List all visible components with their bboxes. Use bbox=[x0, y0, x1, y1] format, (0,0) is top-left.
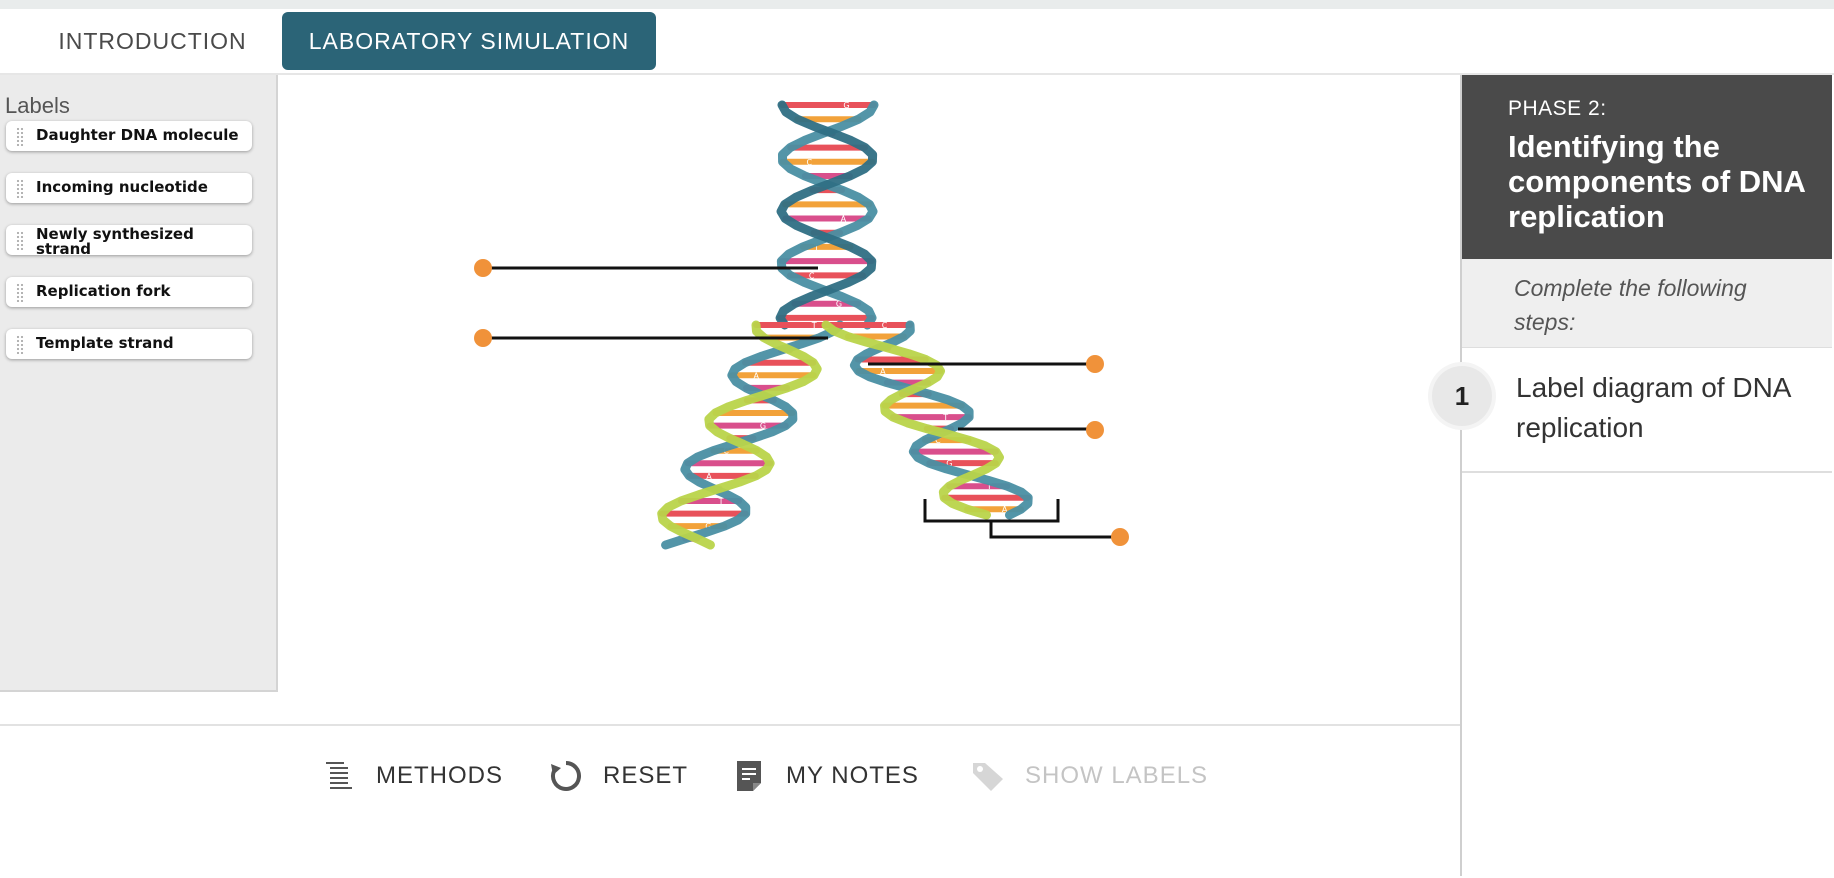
show-labels-label: SHOW LABELS bbox=[1025, 762, 1209, 789]
step-item[interactable]: 1 Label diagram of DNA replication bbox=[1432, 348, 1832, 473]
methods-label: METHODS bbox=[376, 762, 503, 789]
phase-title: Identifying the components of DNA replic… bbox=[1508, 129, 1805, 234]
show-labels-button[interactable]: SHOW LABELS bbox=[971, 756, 1208, 796]
base-letter: G bbox=[760, 422, 766, 431]
steps-intro: Complete the following steps: bbox=[1462, 259, 1832, 348]
drag-handle-icon[interactable] bbox=[16, 283, 25, 302]
list-icon bbox=[322, 759, 356, 793]
label-chip-replication-fork[interactable]: Replication fork bbox=[6, 277, 252, 307]
base-letter: C bbox=[807, 158, 813, 167]
tab-introduction[interactable]: INTRODUCTION bbox=[40, 12, 265, 70]
dna-illustration: GCATCGTAGCATGCATCGTA bbox=[483, 100, 1118, 550]
drop-target-3[interactable] bbox=[1086, 355, 1104, 373]
label-chip-text: Template strand bbox=[36, 334, 174, 352]
base-letter: A bbox=[880, 367, 886, 376]
steps-intro-text: Complete the following steps: bbox=[1514, 275, 1747, 335]
my-notes-label: MY NOTES bbox=[786, 762, 919, 789]
label-chip-text: Incoming nucleotide bbox=[36, 178, 208, 196]
top-strip bbox=[0, 0, 1834, 9]
step-number-badge: 1 bbox=[1432, 366, 1492, 426]
phase-panel: PHASE 2: Identifying the components of D… bbox=[1432, 75, 1834, 876]
label-chip-text: Replication fork bbox=[36, 282, 171, 300]
left-daughter-helix: TAGCATG bbox=[657, 320, 845, 550]
methods-button[interactable]: METHODS bbox=[322, 756, 503, 796]
reset-icon bbox=[549, 759, 583, 793]
labels-panel: Labels Daughter DNA molecule Incoming nu… bbox=[0, 75, 278, 692]
label-chip-incoming-nucleotide[interactable]: Incoming nucleotide bbox=[6, 173, 252, 203]
label-chip-template-strand[interactable]: Template strand bbox=[6, 329, 252, 359]
dna-replication-diagram: GCATCGTAGCATGCATCGTA bbox=[278, 75, 1458, 725]
drop-target-5[interactable] bbox=[1111, 528, 1129, 546]
my-notes-button[interactable]: MY NOTES bbox=[732, 756, 919, 796]
bottom-toolbar: METHODS RESET MY NOTES SHOW LABELS bbox=[0, 724, 1460, 878]
drag-handle-icon[interactable] bbox=[16, 335, 25, 354]
parental-helix: GCATCG bbox=[775, 100, 879, 330]
bracket-stem bbox=[989, 521, 1118, 539]
label-chip-newly-synthesized-strand[interactable]: Newly synthesized strand bbox=[6, 225, 252, 258]
base-letter: T bbox=[811, 321, 817, 330]
base-letter: T bbox=[718, 497, 724, 506]
label-chip-text: Daughter DNA molecule bbox=[36, 126, 239, 144]
drop-target-4[interactable] bbox=[1086, 421, 1104, 439]
tab-bar: INTRODUCTION LABORATORY SIMULATION bbox=[0, 9, 1834, 75]
step-text: Label diagram of DNA replication bbox=[1516, 372, 1790, 443]
phase-header: PHASE 2: Identifying the components of D… bbox=[1462, 75, 1832, 259]
drag-handle-icon[interactable] bbox=[16, 127, 25, 146]
label-chip-daughter-dna-molecule[interactable]: Daughter DNA molecule bbox=[6, 121, 252, 151]
base-letter: A bbox=[841, 215, 847, 224]
right-daughter-helix: CATCGTA bbox=[821, 320, 1033, 520]
labels-title: Labels bbox=[5, 93, 70, 118]
base-letter: C bbox=[882, 321, 888, 330]
reset-button[interactable]: RESET bbox=[549, 756, 688, 796]
tag-icon bbox=[971, 759, 1005, 793]
drop-target-2[interactable] bbox=[474, 329, 492, 347]
label-chip-text: Newly synthesized strand bbox=[36, 225, 194, 258]
base-letter: G bbox=[843, 101, 849, 110]
notes-icon bbox=[732, 759, 766, 793]
base-letter: C bbox=[809, 271, 815, 280]
phase-label: PHASE 2: bbox=[1508, 97, 1607, 120]
base-letter: A bbox=[706, 472, 712, 481]
tab-laboratory-simulation[interactable]: LABORATORY SIMULATION bbox=[282, 12, 656, 70]
drag-handle-icon[interactable] bbox=[16, 179, 25, 198]
helix-layer: GCATCGTAGCATGCATCGTA bbox=[657, 100, 1033, 550]
reset-label: RESET bbox=[603, 762, 689, 789]
base-letter: T bbox=[942, 413, 948, 422]
drop-target-1[interactable] bbox=[474, 259, 492, 277]
base-letter: A bbox=[753, 371, 759, 380]
drag-handle-icon[interactable] bbox=[16, 231, 25, 250]
